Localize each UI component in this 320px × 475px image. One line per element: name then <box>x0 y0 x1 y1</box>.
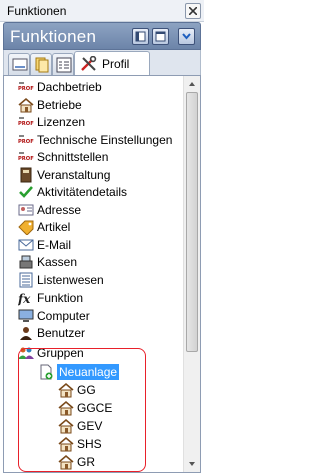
tree-item-label: Veranstaltung <box>37 168 111 182</box>
tree-item-label: Dachbetrieb <box>37 80 102 94</box>
tree-item-gruppen[interactable]: Gruppen <box>18 345 84 361</box>
tree-item-label: Adresse <box>37 203 82 217</box>
tree-item-schnittstellen[interactable]: PROFILSchnittstellen <box>18 149 108 165</box>
function-tree: PROFILDachbetriebBetriebePROFILLizenzenP… <box>4 76 184 472</box>
tree-item-computer[interactable]: Computer <box>18 308 90 324</box>
tree-item-veranstaltung[interactable]: Veranstaltung <box>18 167 110 183</box>
tree-item-label: Kassen <box>37 255 78 269</box>
tree-item-kassen[interactable]: Kassen <box>18 254 77 270</box>
tab-form-icon[interactable] <box>52 53 74 75</box>
tree-item-label: Neuanlage <box>57 364 120 380</box>
tree-item-adresse[interactable]: Adresse <box>18 202 81 218</box>
tree-item-listenwesen[interactable]: Listenwesen <box>18 272 104 288</box>
computer-icon <box>18 308 34 324</box>
tree-item-label: GEV <box>77 419 103 433</box>
profil-icon: PROFIL <box>18 79 40 95</box>
tree-panel: PROFILDachbetriebBetriebePROFILLizenzenP… <box>3 75 201 473</box>
tag-icon <box>18 219 34 236</box>
tree-item-dachbetrieb[interactable]: PROFILDachbetrieb <box>18 79 102 95</box>
tree-item-label: GG <box>77 383 96 397</box>
tab-profil-label: Profil <box>102 57 130 71</box>
tab-profil[interactable]: Profil <box>74 51 150 75</box>
tree-item-ggce[interactable]: GGCE <box>58 400 112 416</box>
book-icon <box>18 167 34 183</box>
scroll-down-arrow-icon[interactable] <box>184 456 200 472</box>
house-icon <box>58 418 74 434</box>
tab-strip: Profil <box>3 50 201 75</box>
tree-item-label: Betriebe <box>37 98 82 112</box>
window-titlebar: Funktionen <box>0 0 204 22</box>
group-icon <box>18 345 34 361</box>
profil-icon: PROFIL <box>18 114 40 130</box>
tree-item-label: GR <box>77 455 95 469</box>
email-icon <box>18 237 34 253</box>
tree-item-technische-einstellungen[interactable]: PROFILTechnische Einstellungen <box>18 132 172 148</box>
tree-item-gg[interactable]: GG <box>58 382 96 398</box>
profil-icon: PROFIL <box>18 149 40 165</box>
tree-item-label: Gruppen <box>37 346 84 360</box>
scroll-up-arrow-icon[interactable] <box>184 76 200 92</box>
dock-window-icon[interactable] <box>152 28 169 45</box>
address-card-icon <box>18 202 34 218</box>
vertical-scrollbar[interactable] <box>183 76 200 472</box>
svg-text:PROFIL: PROFIL <box>18 139 34 145</box>
tree-item-label: Schnittstellen <box>37 150 109 164</box>
tree-item-funktion[interactable]: fx Funktion <box>17 290 84 306</box>
checkmark-icon <box>18 184 34 200</box>
fx-icon: fx <box>17 290 34 306</box>
house-icon <box>18 97 34 113</box>
tree-item-label: GGCE <box>77 401 113 415</box>
user-icon <box>18 325 34 341</box>
tree-item-label: Computer <box>37 309 90 323</box>
svg-text:fx: fx <box>18 292 31 306</box>
tree-item-lizenzen[interactable]: PROFILLizenzen <box>18 114 85 130</box>
pin-icon[interactable] <box>178 28 195 45</box>
new-document-icon <box>38 364 54 380</box>
tree-item-benutzer[interactable]: Benutzer <box>18 325 85 341</box>
svg-text:PROFIL: PROFIL <box>18 156 34 162</box>
house-icon <box>58 400 74 416</box>
tree-item-label: Artikel <box>37 220 71 234</box>
house-icon <box>58 382 74 398</box>
tree-item-artikel[interactable]: Artikel <box>18 219 71 236</box>
tree-item-label: E-Mail <box>37 238 72 252</box>
panel-title: Funktionen <box>10 27 97 46</box>
house-icon <box>58 436 74 452</box>
tree-item-gev[interactable]: GEV <box>58 418 102 434</box>
panel-header: Funktionen <box>3 22 201 50</box>
svg-text:PROFIL: PROFIL <box>18 121 34 127</box>
house-icon <box>58 454 74 470</box>
profil-icon: PROFIL <box>18 132 40 148</box>
tree-item-label: Technische Einstellungen <box>37 133 173 147</box>
tree-item-aktivitätendetails[interactable]: Aktivitätendetails <box>18 184 127 200</box>
tree-item-label: Aktivitätendetails <box>37 185 128 199</box>
tree-item-label: SHS <box>77 437 102 451</box>
svg-text:PROFIL: PROFIL <box>18 86 34 92</box>
tab-list-icon[interactable] <box>8 53 30 75</box>
tree-item-shs[interactable]: SHS <box>58 436 102 452</box>
tree-item-neuanlage[interactable]: Neuanlage <box>38 364 120 380</box>
tree-item-label: Lizenzen <box>37 115 86 129</box>
close-icon[interactable] <box>185 3 201 19</box>
tree-item-betriebe[interactable]: Betriebe <box>18 97 82 113</box>
list-icon <box>18 272 34 288</box>
tree-item-label: Funktion <box>37 291 84 305</box>
window-title: Funktionen <box>7 4 67 18</box>
tab-documents-icon[interactable] <box>30 53 52 75</box>
tree-item-e-mail[interactable]: E-Mail <box>18 237 71 253</box>
tree-item-label: Benutzer <box>37 326 86 340</box>
tree-item-gr[interactable]: GR <box>58 454 95 470</box>
tree-item-label: Listenwesen <box>37 273 104 287</box>
cash-register-icon <box>18 254 34 270</box>
scroll-thumb[interactable] <box>186 92 198 352</box>
dock-left-icon[interactable] <box>132 28 149 45</box>
